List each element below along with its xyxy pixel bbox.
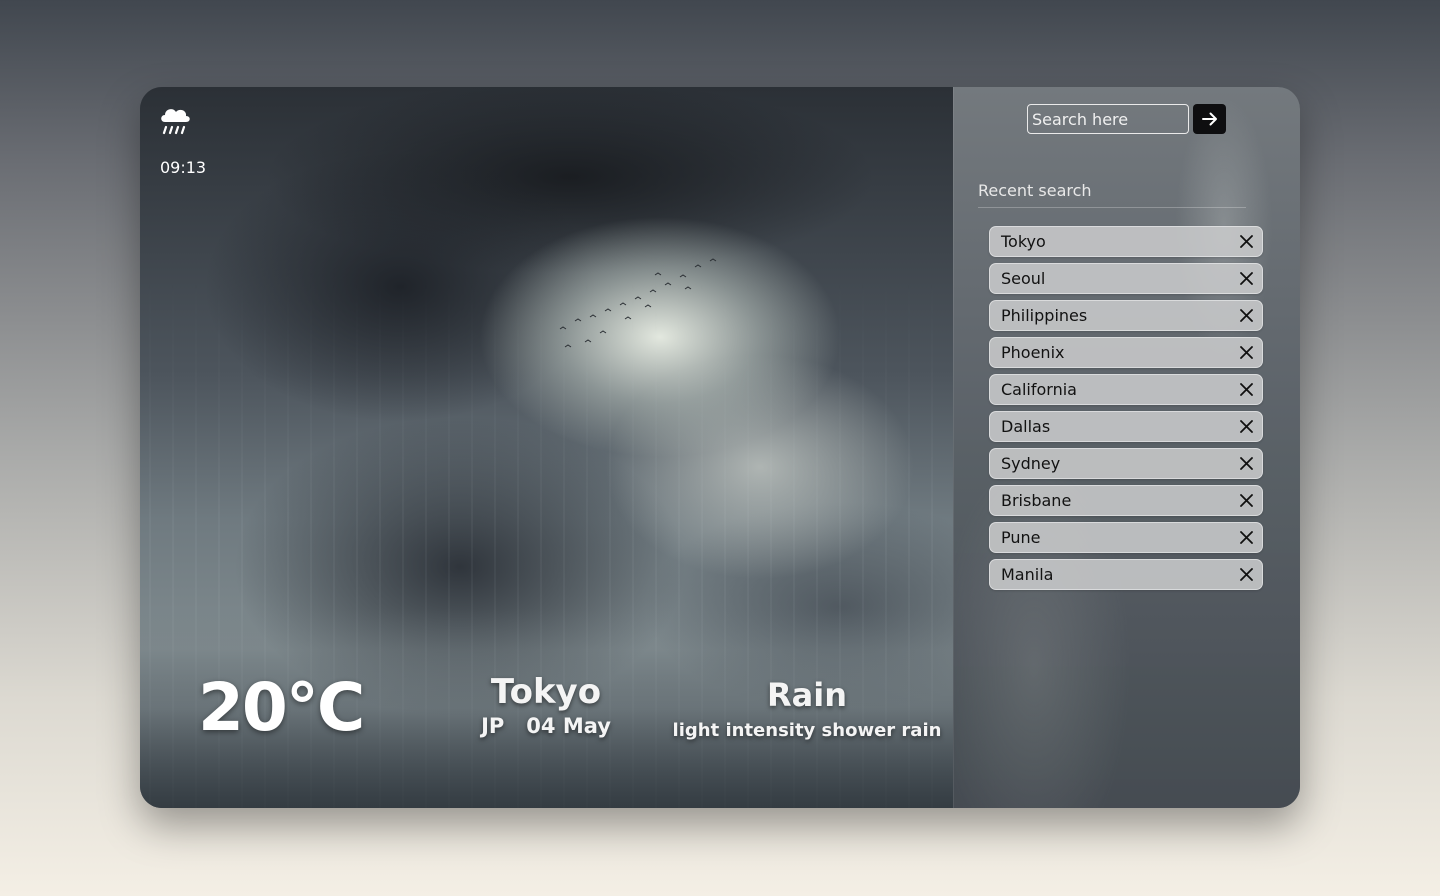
close-icon[interactable] — [1238, 567, 1254, 583]
recent-search-item[interactable]: Tokyo — [989, 226, 1263, 257]
recent-search-item[interactable]: Phoenix — [989, 337, 1263, 368]
close-icon[interactable] — [1238, 382, 1254, 398]
weather-app-card: 09:13 20°C Tokyo JP 04 May Rain light in… — [140, 87, 1300, 808]
current-time: 09:13 — [160, 158, 207, 177]
city-name: Tokyo — [490, 672, 602, 712]
condition-block: Rain light intensity shower rain — [672, 676, 942, 741]
recent-search-item[interactable]: Manila — [989, 559, 1263, 590]
birds-illustration — [559, 258, 717, 348]
recent-search-label: Brisbane — [1001, 491, 1072, 510]
close-icon[interactable] — [1238, 234, 1254, 250]
location-block: Tokyo JP 04 May — [476, 672, 616, 738]
close-icon[interactable] — [1238, 530, 1254, 546]
condition-description: light intensity shower rain — [672, 720, 942, 741]
country-code: JP — [481, 714, 505, 738]
recent-search-list: Tokyo Seoul Philippines Phoenix Californ… — [989, 226, 1263, 596]
arrow-right-icon — [1201, 112, 1217, 126]
recent-search-item[interactable]: Philippines — [989, 300, 1263, 331]
recent-search-label: Sydney — [1001, 454, 1061, 473]
recent-search-label: Dallas — [1001, 417, 1051, 436]
recent-search-label: Manila — [1001, 565, 1054, 584]
search-sidebar: Recent search Tokyo Seoul Philippines Ph… — [953, 87, 1300, 808]
close-icon[interactable] — [1238, 308, 1254, 324]
recent-search-label: Philippines — [1001, 306, 1088, 325]
search-form — [1027, 104, 1226, 134]
close-icon[interactable] — [1238, 456, 1254, 472]
recent-search-heading: Recent search — [978, 181, 1246, 208]
recent-search-label: Phoenix — [1001, 343, 1065, 362]
recent-search-item[interactable]: Brisbane — [989, 485, 1263, 516]
recent-search-item[interactable]: California — [989, 374, 1263, 405]
recent-search-label: Tokyo — [1001, 232, 1046, 251]
recent-search-item[interactable]: Sydney — [989, 448, 1263, 479]
search-submit-button[interactable] — [1193, 104, 1226, 134]
recent-search-item[interactable]: Pune — [989, 522, 1263, 553]
condition-main: Rain — [767, 676, 847, 714]
recent-search-item[interactable]: Seoul — [989, 263, 1263, 294]
search-input[interactable] — [1027, 104, 1189, 134]
close-icon[interactable] — [1238, 271, 1254, 287]
close-icon[interactable] — [1238, 345, 1254, 361]
temperature: 20°C — [198, 669, 365, 746]
date: 04 May — [526, 714, 611, 738]
recent-search-label: California — [1001, 380, 1077, 399]
recent-search-label: Pune — [1001, 528, 1041, 547]
recent-search-label: Seoul — [1001, 269, 1046, 288]
location-meta: JP 04 May — [476, 714, 616, 738]
close-icon[interactable] — [1238, 419, 1254, 435]
close-icon[interactable] — [1238, 493, 1254, 509]
recent-search-item[interactable]: Dallas — [989, 411, 1263, 442]
weather-background-image: 09:13 20°C Tokyo JP 04 May Rain light in… — [140, 87, 953, 808]
cloud-rain-icon — [161, 109, 190, 135]
